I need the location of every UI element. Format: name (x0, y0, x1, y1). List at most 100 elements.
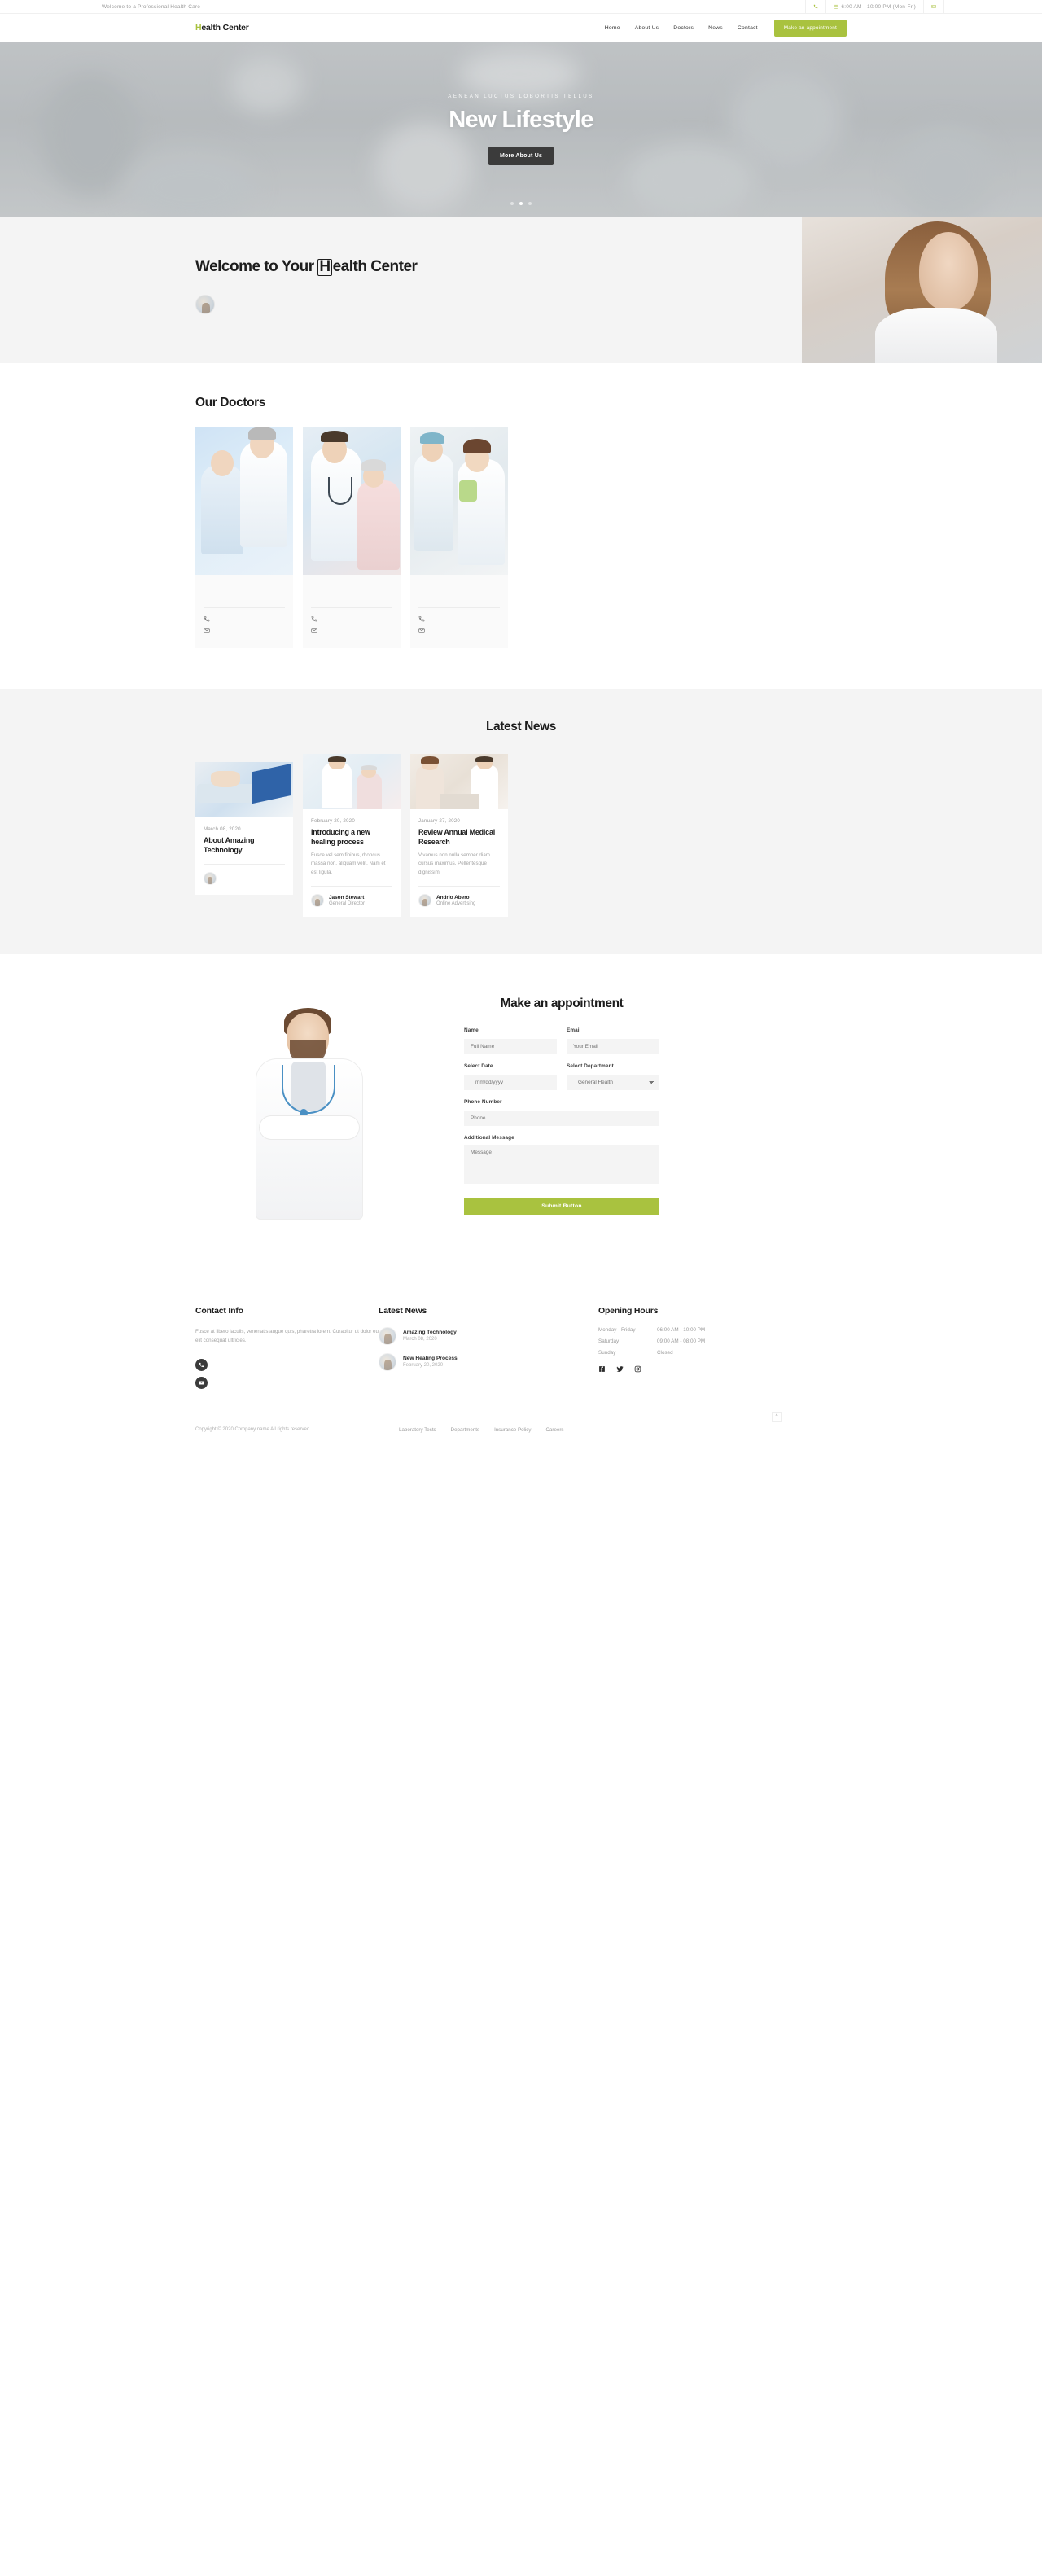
news-title[interactable]: Introducing a new healing process (311, 828, 392, 847)
topbar-hours-text: 6:00 AM - 10:00 PM (Mon-Fri) (841, 3, 916, 10)
hero-more-about-us-button[interactable]: More About Us (488, 147, 554, 165)
mail-icon (931, 4, 936, 9)
topbar-phone[interactable] (805, 0, 825, 13)
logo-mark: H (195, 23, 202, 33)
phone-input[interactable] (464, 1110, 659, 1126)
doctor-phone-row[interactable] (311, 616, 392, 622)
doctor-phone-row[interactable] (204, 616, 285, 622)
email-label: Email (567, 1027, 581, 1033)
phone-icon (813, 4, 818, 9)
nav-item-about-us[interactable]: About Us (635, 25, 659, 31)
doctor-email-row[interactable] (418, 627, 500, 633)
welcome-title-suffix: ealth Center (332, 258, 418, 275)
nav-item-doctors[interactable]: Doctors (673, 25, 694, 31)
footer-latest-news: Latest News Amazing Technology March 08,… (379, 1306, 598, 1389)
footer-link-careers[interactable]: Careers (545, 1427, 563, 1433)
divider (311, 607, 392, 608)
phone-icon (418, 616, 425, 622)
appointment-section: Make an appointment Name Email Select Da… (0, 953, 1042, 1278)
name-label: Name (464, 1027, 479, 1033)
footer-news-item[interactable]: Amazing Technology March 08, 2020 (379, 1326, 598, 1345)
back-to-top-button[interactable]: ^ (772, 1411, 782, 1422)
news-date: March 08, 2020 (204, 826, 241, 832)
doctor-card[interactable] (303, 427, 401, 648)
footer-link-departments[interactable]: Departments (451, 1427, 479, 1433)
news-photo (195, 762, 293, 817)
mail-icon (311, 627, 317, 633)
news-card[interactable]: March 08, 2020 About Amazing Technology (195, 762, 293, 896)
hero-slider-dots[interactable] (0, 202, 1042, 205)
footer-phone-button[interactable] (195, 1358, 208, 1371)
news-title[interactable]: About Amazing Technology (204, 836, 285, 855)
phone-number-label: Phone Number (464, 1098, 502, 1105)
name-input[interactable] (464, 1038, 557, 1054)
news-card[interactable]: January 27, 2020 Review Annual Medical R… (410, 754, 508, 917)
email-input[interactable] (567, 1038, 659, 1054)
footer-news-thumbnail (379, 1352, 396, 1371)
footer-news-thumbnail (379, 1326, 396, 1345)
nav-item-contact[interactable]: Contact (738, 25, 758, 31)
date-field-group: Select Date (464, 1063, 557, 1090)
divider (418, 607, 500, 608)
news-author-role: Online Advertising (436, 900, 476, 906)
appointment-title: Make an appointment (500, 996, 624, 1010)
latest-news-section: Latest News March 08, 2020 About Amazing… (0, 689, 1042, 954)
doctor-phone-row[interactable] (418, 616, 500, 622)
doctors-card-list (195, 427, 847, 648)
make-appointment-button[interactable]: Make an appointment (773, 19, 847, 37)
appointment-form: Make an appointment Name Email Select Da… (464, 993, 659, 1221)
welcome-title-prefix: Welcome to Your (195, 258, 318, 275)
twitter-icon[interactable] (616, 1365, 624, 1373)
footer-mail-button[interactable] (195, 1376, 208, 1389)
hours-time: 09:00 AM - 08:00 PM (657, 1338, 706, 1344)
submit-button[interactable]: Submit Button (464, 1197, 659, 1215)
doctor-card[interactable] (195, 427, 293, 648)
news-author-role: General Director (329, 900, 366, 906)
doctor-card[interactable] (410, 427, 508, 648)
name-field-group: Name (464, 1027, 557, 1054)
phone-icon (311, 616, 317, 622)
divider (311, 885, 392, 887)
hero-dot-2[interactable] (519, 202, 523, 205)
mail-icon (418, 627, 425, 633)
doctor-photo (195, 427, 293, 575)
hero-dot-3[interactable] (528, 202, 532, 205)
department-select[interactable]: General Health (567, 1074, 659, 1090)
news-title[interactable]: Review Annual Medical Research (418, 828, 500, 847)
facebook-icon[interactable] (598, 1365, 606, 1373)
welcome-doctor-photo (802, 217, 1042, 363)
news-author: Andrio Abero Online Advertising (418, 893, 500, 907)
select-department-label: Select Department (567, 1062, 614, 1069)
nav-item-home[interactable]: Home (605, 25, 620, 31)
nav-item-news[interactable]: News (708, 25, 723, 31)
footer-news-item-date: March 08, 2020 (403, 1337, 437, 1343)
doctors-section: Our Doctors (0, 363, 1042, 689)
instagram-icon[interactable] (634, 1365, 641, 1373)
welcome-avatar (195, 295, 215, 315)
message-field-group: Additional Message (464, 1135, 659, 1188)
news-date: January 27, 2020 (418, 818, 461, 824)
footer-bottom-links: Laboratory Tests Departments Insurance P… (399, 1427, 563, 1433)
hero-dot-1[interactable] (510, 202, 514, 205)
footer-link-insurance-policy[interactable]: Insurance Policy (494, 1427, 531, 1433)
news-author (204, 872, 285, 886)
site-logo[interactable]: Health Center (195, 23, 249, 33)
divider (418, 885, 500, 887)
doctor-email-row[interactable] (311, 627, 392, 633)
footer-link-laboratory-tests[interactable]: Laboratory Tests (399, 1427, 436, 1433)
footer-news-item[interactable]: New Healing Process February 20, 2020 (379, 1352, 598, 1371)
date-input[interactable] (464, 1074, 557, 1090)
news-author: Jason Stewart General Director (311, 893, 392, 907)
welcome-title-mark: H (317, 258, 332, 276)
doctor-photo (303, 427, 401, 575)
doctor-email-row[interactable] (204, 627, 285, 633)
news-excerpt: Vivamus non nulla semper diam cursus max… (418, 852, 490, 875)
news-card[interactable]: February 20, 2020 Introducing a new heal… (303, 754, 401, 917)
hours-time: 06:00 AM - 10:00 PM (657, 1326, 706, 1333)
latest-news-title: Latest News (485, 720, 557, 734)
hours-row: Sunday Closed (598, 1350, 847, 1356)
message-textarea[interactable] (464, 1144, 659, 1184)
news-excerpt: Fusce vel sem finibus, rhoncus massa non… (311, 852, 386, 875)
topbar-mail[interactable] (923, 0, 944, 13)
doctor-name (204, 585, 285, 592)
